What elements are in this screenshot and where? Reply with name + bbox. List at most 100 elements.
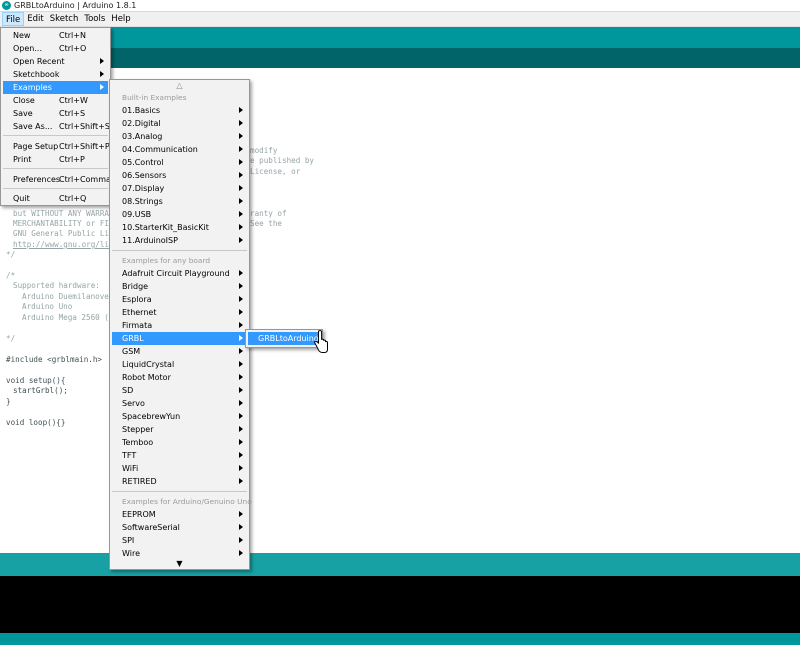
submenu-arrow-icon	[239, 361, 243, 367]
menu-edit[interactable]: Edit	[24, 12, 46, 26]
code-line: }	[6, 397, 11, 406]
example-stepper[interactable]: Stepper	[112, 423, 247, 436]
example-strings[interactable]: 08.Strings	[112, 195, 247, 208]
mouse-pointer-icon	[314, 330, 328, 353]
menu-item-save[interactable]: Save Ctrl+S	[3, 107, 108, 120]
example-spi[interactable]: SPI	[112, 534, 247, 547]
menu-tools[interactable]: Tools	[81, 12, 108, 26]
submenu-arrow-icon	[239, 465, 243, 471]
example-robot-motor[interactable]: Robot Motor	[112, 371, 247, 384]
example-gsm[interactable]: GSM	[112, 345, 247, 358]
example-digital[interactable]: 02.Digital	[112, 117, 247, 130]
menu-separator	[3, 135, 108, 136]
menu-item-quit[interactable]: Quit Ctrl+Q	[3, 192, 108, 205]
code-line: MERCHANTABILITY or FIT	[13, 219, 114, 228]
submenu-arrow-icon	[239, 309, 243, 315]
menu-item-sketchbook[interactable]: Sketchbook	[3, 68, 108, 81]
example-softwareserial[interactable]: SoftwareSerial	[112, 521, 247, 534]
example-tft[interactable]: TFT	[112, 449, 247, 462]
submenu-arrow-icon	[239, 426, 243, 432]
submenu-arrow-icon	[239, 133, 243, 139]
code-line: #include <grblmain.h>	[6, 355, 103, 364]
menu-separator	[3, 168, 108, 169]
code-line: License, or	[250, 167, 301, 176]
title-bar: ∞ GRBLtoArduino | Arduino 1.8.1	[0, 0, 800, 12]
example-servo[interactable]: Servo	[112, 397, 247, 410]
menu-file[interactable]: File	[2, 12, 25, 26]
example-sensors[interactable]: 06.Sensors	[112, 169, 247, 182]
submenu-arrow-icon	[239, 107, 243, 113]
submenu-arrow-icon	[100, 84, 104, 90]
menu-bar: File Edit Sketch Tools Help	[0, 12, 800, 27]
submenu-arrow-icon	[239, 374, 243, 380]
submenu-arrow-icon	[239, 452, 243, 458]
submenu-arrow-icon	[239, 211, 243, 217]
menu-item-close[interactable]: Close Ctrl+W	[3, 94, 108, 107]
submenu-arrow-icon	[239, 224, 243, 230]
example-spacebrewyun[interactable]: SpacebrewYun	[112, 410, 247, 423]
submenu-arrow-icon	[239, 478, 243, 484]
example-firmata[interactable]: Firmata	[112, 319, 247, 332]
example-ethernet[interactable]: Ethernet	[112, 306, 247, 319]
example-liquidcrystal[interactable]: LiquidCrystal	[112, 358, 247, 371]
example-arduinoisp[interactable]: 11.ArduinoISP	[112, 234, 247, 247]
example-starterkit[interactable]: 10.StarterKit_BasicKit	[112, 221, 247, 234]
menu-item-preferences[interactable]: Preferences Ctrl+Comma	[3, 173, 111, 186]
example-wifi[interactable]: WiFi	[112, 462, 247, 475]
code-line: void setup(){	[6, 376, 66, 385]
menu-item-new[interactable]: New Ctrl+N	[3, 29, 108, 42]
submenu-arrow-icon	[239, 550, 243, 556]
code-line: startGrbl();	[13, 386, 68, 395]
example-esplora[interactable]: Esplora	[112, 293, 247, 306]
code-line: Supported hardware:	[13, 281, 100, 290]
submenu-arrow-icon	[239, 270, 243, 276]
submenu-arrow-icon	[100, 71, 104, 77]
example-retired[interactable]: RETIRED	[112, 475, 247, 488]
submenu-arrow-icon	[239, 348, 243, 354]
submenu-arrow-icon	[239, 511, 243, 517]
example-analog[interactable]: 03.Analog	[112, 130, 247, 143]
scroll-up-icon[interactable]: △	[110, 81, 249, 90]
submenu-arrow-icon	[239, 237, 243, 243]
code-line: See the	[250, 219, 283, 228]
example-adafruit[interactable]: Adafruit Circuit Playground	[112, 267, 247, 280]
code-line: */	[6, 250, 16, 259]
examples-submenu: △ Built-in Examples 01.Basics 02.Digital…	[109, 79, 252, 570]
submenu-arrow-icon	[100, 58, 104, 64]
menu-item-examples[interactable]: Examples	[3, 81, 108, 94]
menu-item-open-recent[interactable]: Open Recent	[3, 55, 108, 68]
menu-section-header: Examples for Arduino/Genuino Uno	[122, 497, 252, 506]
example-communication[interactable]: 04.Communication	[112, 143, 247, 156]
menu-help[interactable]: Help	[108, 12, 133, 26]
scroll-down-icon[interactable]: ▼	[110, 559, 249, 568]
console-output	[0, 576, 800, 633]
example-temboo[interactable]: Temboo	[112, 436, 247, 449]
menu-item-page-setup[interactable]: Page Setup Ctrl+Shift+P	[3, 140, 110, 153]
menu-item-open[interactable]: Open... Ctrl+O	[3, 42, 108, 55]
example-bridge[interactable]: Bridge	[112, 280, 247, 293]
menu-section-header: Examples for any board	[122, 256, 211, 265]
submenu-arrow-icon	[239, 146, 243, 152]
submenu-arrow-icon	[239, 335, 243, 341]
example-control[interactable]: 05.Control	[112, 156, 247, 169]
submenu-arrow-icon	[239, 172, 243, 178]
example-grbltoarduino[interactable]: GRBLtoArduino	[248, 332, 320, 345]
code-link[interactable]: http://www.gnu.org/lic	[13, 240, 114, 249]
submenu-arrow-icon	[239, 400, 243, 406]
example-display[interactable]: 07.Display	[112, 182, 247, 195]
example-sd[interactable]: SD	[112, 384, 247, 397]
example-grbl[interactable]: GRBL	[112, 332, 247, 345]
code-line: Arduino Uno	[22, 302, 73, 311]
menu-separator	[112, 250, 247, 251]
code-line: /*	[6, 271, 16, 280]
code-line: Arduino Duemilanove	[22, 292, 109, 301]
menu-item-save-as[interactable]: Save As... Ctrl+Shift+S	[3, 120, 110, 133]
example-basics[interactable]: 01.Basics	[112, 104, 247, 117]
menu-item-print[interactable]: Print Ctrl+P	[3, 153, 108, 166]
example-eeprom[interactable]: EEPROM	[112, 508, 247, 521]
menu-sketch[interactable]: Sketch	[47, 12, 82, 26]
code-line: GNU General Public Lic	[13, 229, 114, 238]
example-usb[interactable]: 09.USB	[112, 208, 247, 221]
submenu-arrow-icon	[239, 296, 243, 302]
submenu-arrow-icon	[239, 159, 243, 165]
